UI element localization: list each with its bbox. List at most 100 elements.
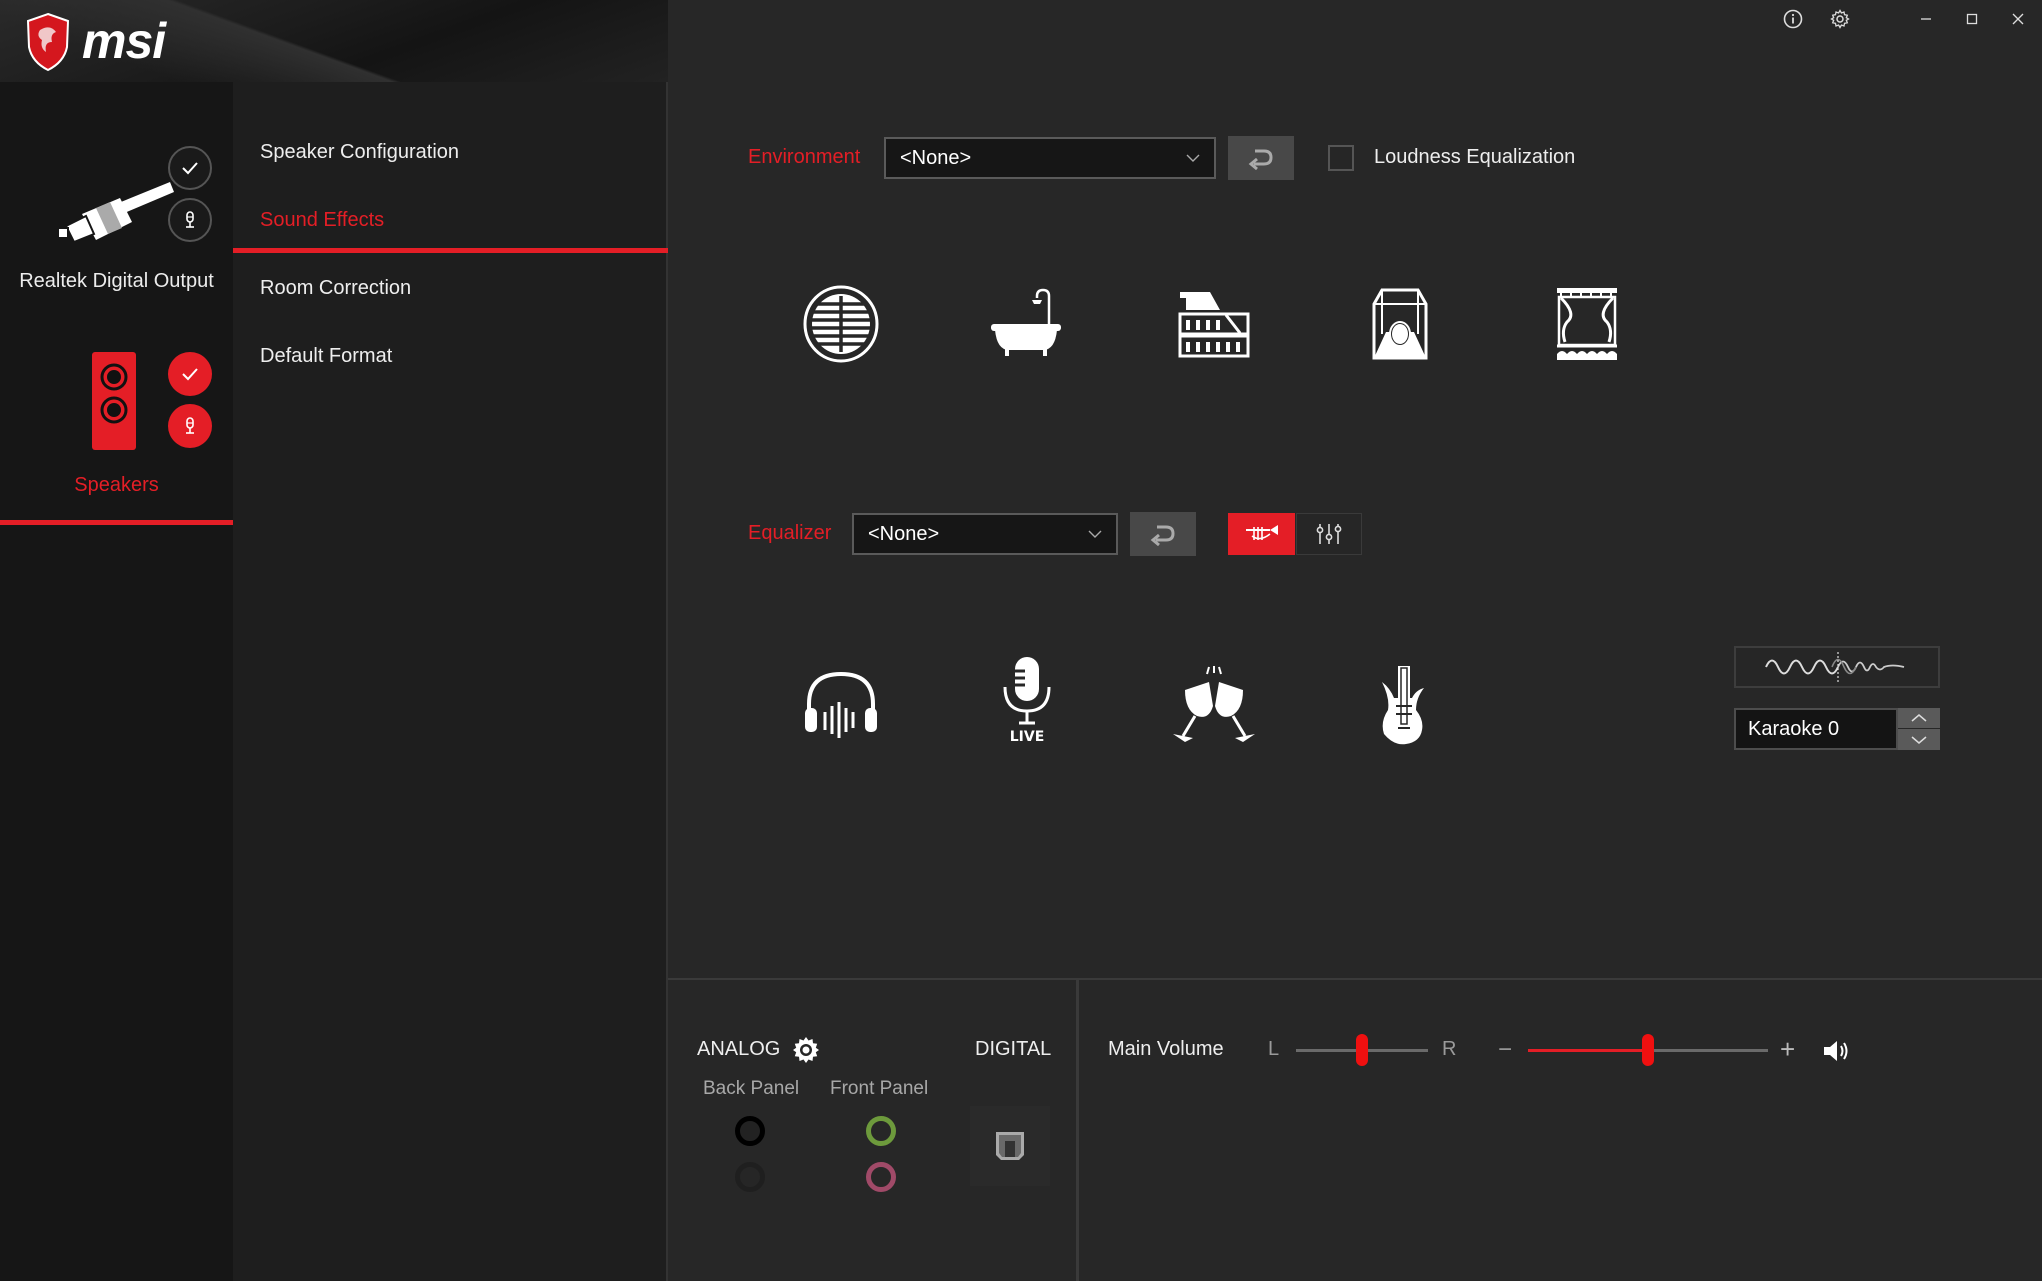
back-panel-label: Back Panel — [703, 1078, 800, 1099]
chevron-down-icon — [1088, 530, 1102, 538]
headphones-icon — [805, 671, 877, 738]
nav-item-sound-effects[interactable]: Sound Effects — [260, 209, 384, 232]
analog-label: ANALOG — [697, 1038, 781, 1060]
equalizer-preset-live[interactable]: LIVE — [982, 655, 1072, 745]
karaoke-increment-button[interactable] — [1898, 708, 1940, 728]
environment-dropdown[interactable]: <None> — [884, 137, 1216, 179]
volume-thumb[interactable] — [1642, 1034, 1654, 1066]
environment-preset-colosseum[interactable] — [1169, 279, 1259, 369]
info-icon — [1783, 9, 1803, 29]
microphone-icon — [186, 211, 194, 228]
bottom-divider — [1076, 978, 1079, 1281]
karaoke-decrement-button[interactable] — [1898, 729, 1940, 750]
default-comm-device-button[interactable] — [168, 198, 212, 242]
environment-selected-value: <None> — [900, 146, 972, 169]
voice-wave-display — [1734, 646, 1940, 688]
volume-decrease-button[interactable]: − — [1498, 1036, 1512, 1064]
theater-curtain-icon — [1557, 288, 1617, 360]
microphone-icon — [186, 417, 194, 434]
check-icon — [182, 368, 198, 381]
close-button[interactable] — [2001, 4, 2035, 34]
device-label-realtek-digital-output: Realtek Digital Output — [19, 270, 214, 292]
front-jack-green[interactable] — [866, 1116, 896, 1146]
chevron-down-icon — [1911, 735, 1927, 744]
colosseum-icon — [1178, 292, 1250, 358]
maximize-icon — [1966, 13, 1978, 25]
environment-preset-sewer-pipe[interactable] — [796, 279, 886, 369]
guitar-icon — [1382, 666, 1424, 745]
nav-item-speaker-configuration[interactable]: Speaker Configuration — [260, 141, 459, 164]
environment-label: Environment — [748, 146, 861, 168]
environment-preset-stone-room[interactable] — [1355, 279, 1445, 369]
reset-icon — [1150, 525, 1175, 546]
stone-room-icon — [1372, 288, 1428, 360]
volume-increase-button[interactable]: + — [1780, 1034, 1795, 1065]
reset-icon — [1248, 149, 1273, 170]
gear-icon — [1830, 9, 1850, 29]
device-label-speakers: Speakers — [74, 474, 159, 496]
live-caption: LIVE — [1010, 729, 1045, 745]
equalizer-preset-headphones[interactable] — [796, 659, 886, 749]
equalizer-label: Equalizer — [748, 522, 832, 544]
nav-sidebar — [233, 0, 668, 1281]
equalizer-graphic-mode-toggle[interactable] — [1296, 513, 1362, 555]
karaoke-level-input[interactable]: Karaoke 0 — [1734, 708, 1898, 750]
digital-optical-port[interactable] — [970, 1106, 1050, 1186]
maximize-button[interactable] — [1955, 4, 1989, 34]
environment-preset-bathroom[interactable] — [982, 279, 1072, 369]
analog-settings-button[interactable] — [792, 1036, 820, 1064]
equalizer-preset-rock[interactable] — [1357, 659, 1447, 749]
nav-item-room-correction[interactable]: Room Correction — [260, 277, 411, 300]
nav-item-default-format[interactable]: Default Format — [260, 345, 392, 368]
close-icon — [2012, 13, 2024, 25]
live-mic-icon: LIVE — [1003, 657, 1051, 745]
balance-right-label: R — [1442, 1038, 1457, 1060]
back-jack-grey[interactable] — [735, 1162, 765, 1192]
balance-thumb[interactable] — [1356, 1034, 1368, 1066]
chevron-down-icon — [1186, 154, 1200, 162]
sewer-pipe-icon — [803, 285, 879, 363]
loudness-equalization-label: Loudness Equalization — [1374, 146, 1576, 168]
minimize-icon — [1921, 18, 1931, 20]
equalizer-selected-value: <None> — [868, 522, 940, 545]
optical-cable-icon — [57, 182, 174, 244]
speaker-icon — [92, 352, 136, 450]
voice-wave-icon — [1765, 652, 1905, 684]
msi-logo-text: msi — [82, 13, 166, 69]
default-device-check-button[interactable] — [168, 146, 212, 190]
sliders-icon — [1316, 524, 1342, 544]
equalizer-reset-button[interactable] — [1130, 512, 1196, 556]
mute-button[interactable] — [1822, 1038, 1852, 1064]
info-button[interactable] — [1776, 4, 1810, 34]
check-icon — [182, 162, 198, 175]
toast-glasses-icon — [1173, 666, 1255, 742]
trumpet-icon — [1245, 525, 1278, 540]
gear-icon — [793, 1037, 819, 1063]
settings-button[interactable] — [1823, 4, 1857, 34]
main-volume-label: Main Volume — [1108, 1038, 1224, 1060]
equalizer-preset-mode-toggle[interactable] — [1228, 513, 1295, 555]
equalizer-preset-party[interactable] — [1169, 659, 1259, 749]
balance-left-label: L — [1268, 1038, 1280, 1060]
volume-fill — [1528, 1049, 1648, 1052]
optical-port-icon — [996, 1132, 1024, 1160]
default-device-check-button[interactable] — [168, 352, 212, 396]
environment-reset-button[interactable] — [1228, 136, 1294, 180]
back-jack-black[interactable] — [735, 1116, 765, 1146]
loudness-equalization-checkbox[interactable] — [1328, 145, 1354, 171]
msi-dragon-logo-icon — [26, 12, 70, 72]
minimize-button[interactable] — [1909, 4, 1943, 34]
default-comm-device-button[interactable] — [168, 404, 212, 448]
environment-preset-theater[interactable] — [1542, 279, 1632, 369]
nav-active-indicator — [233, 248, 668, 253]
digital-label: DIGITAL — [975, 1038, 1052, 1060]
chevron-up-icon — [1911, 714, 1927, 722]
main-volume-slider[interactable] — [1528, 1034, 1768, 1066]
device-selected-indicator — [0, 520, 233, 525]
front-panel-label: Front Panel — [830, 1078, 929, 1099]
balance-slider[interactable] — [1296, 1034, 1428, 1066]
bathtub-icon — [991, 288, 1061, 356]
front-jack-pink[interactable] — [866, 1162, 896, 1192]
speaker-volume-icon — [1824, 1041, 1848, 1061]
equalizer-dropdown[interactable]: <None> — [852, 513, 1118, 555]
